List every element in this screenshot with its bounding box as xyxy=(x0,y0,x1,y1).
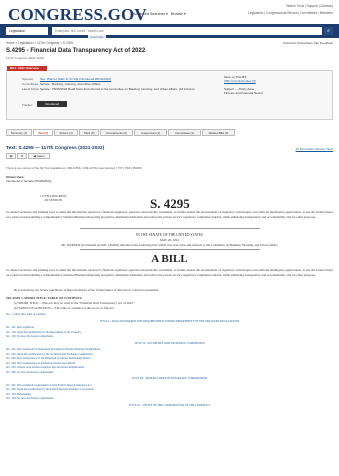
section-1-heading: SECTION 1. SHORT TITLE; TABLE OF CONTENT… xyxy=(6,296,83,300)
overview-bar xyxy=(6,65,333,71)
tab-summary[interactable]: Summary (1) xyxy=(6,129,32,136)
toc-section-link[interactable]: Sec. 304. No new disclosure requirements… xyxy=(6,397,333,402)
tab-committees[interactable]: Committees (1) xyxy=(168,129,201,136)
email-icon: ✉ xyxy=(20,154,24,158)
toc-title-heading[interactable]: TITLE II—SECURITIES AND EXCHANGE COMMISS… xyxy=(6,342,333,347)
bill-tag: BILL Hide Overview xyxy=(7,66,47,71)
search-placeholder: Examples: hr5, sres9, "health care" xyxy=(55,29,105,33)
toc-section-link[interactable]: Sec. 103. No new disclosure requirements… xyxy=(6,335,333,340)
header-nav: Advanced Searches ▾ Browse ▾ xyxy=(133,12,186,16)
a-bill-heading: A BILL xyxy=(151,253,188,265)
browse-link[interactable]: Browse xyxy=(171,12,183,16)
overview-card xyxy=(6,65,333,120)
search-input[interactable]: Examples: hr5, sres9, "health care" xyxy=(52,27,322,35)
table-of-contents-intro: (b) TABLE OF CONTENTS.—The table of cont… xyxy=(14,306,115,310)
enacting-clause: Be it enacted by the Senate and House of… xyxy=(14,288,159,292)
print-icon: ▤ xyxy=(9,154,13,158)
divider xyxy=(80,249,260,250)
bill-purpose-repeat: To amend securities and banking laws to … xyxy=(6,268,333,277)
congress-session: 117TH CONGRESS 2D SESSION xyxy=(40,194,67,202)
advanced-searches-link[interactable]: Advanced Searches xyxy=(133,12,165,16)
site-header: CONGRESS.GOV Advanced Searches ▾ Browse … xyxy=(0,0,339,24)
text-heading: Text: S.4295 — 117th Congress (2021-2022… xyxy=(6,146,105,151)
congress-label: 117th Congress (2021-2022) xyxy=(6,56,45,60)
short-title: (a) SHORT TITLE.—This Act may be cited a… xyxy=(14,301,135,305)
print-button[interactable]: ▤ xyxy=(6,153,16,159)
toc-title-heading[interactable]: TITLE III—FEDERAL DEPOSIT INSURANCE CORP… xyxy=(6,377,333,382)
search-scope-select[interactable]: Legislation xyxy=(6,27,48,35)
cbo-link[interactable]: CBO Cost Estimates [0] xyxy=(224,79,256,83)
bill-purpose: To amend securities and banking laws to … xyxy=(6,210,333,219)
committees-row: Committees:Senate - Banking, Housing, an… xyxy=(22,82,101,86)
tab-text[interactable]: Text (1) xyxy=(33,129,53,136)
text-formats[interactable]: There is one version of the bill. Text a… xyxy=(6,166,142,170)
utility-links-bottom[interactable]: Legislation | Congressional Record | Com… xyxy=(248,10,333,17)
latest-action-row: Latest Action:Senate - 05/26/2022 Read t… xyxy=(22,87,195,91)
tab-related-bills[interactable]: Related Bills (0) xyxy=(202,129,235,136)
divider xyxy=(80,228,260,229)
sponsor-row: Sponsor: Sen. Warner, Mark R. [D-VA] (Int… xyxy=(22,77,112,81)
toc-section-link[interactable]: Sec. 1. Short title; table of contents. xyxy=(6,313,333,318)
tracker-label: Tracker: xyxy=(22,103,33,107)
email-button[interactable]: ✉ xyxy=(17,153,27,159)
tab-cosponsors[interactable]: Cosponsors (1) xyxy=(134,129,167,136)
tab-titles[interactable]: Titles (3) xyxy=(79,129,99,136)
sponsor-link[interactable]: Sen. Warner, Mark R. [D-VA] (Introduced … xyxy=(40,77,111,81)
tracker-stage: Introduced xyxy=(37,101,67,107)
tab-actions[interactable]: Actions (1) xyxy=(54,129,78,136)
toc-title-heading[interactable]: TITLE IV—OFFICE OF THE COMPTROLLER OF TH… xyxy=(6,404,333,409)
utility-links-top[interactable]: Search Tools | Support | Glossary xyxy=(248,3,333,10)
chamber-heading: IN THE SENATE OF THE UNITED STATES xyxy=(136,233,203,237)
page-title: S.4295 - Financial Data Transparency Act… xyxy=(6,48,146,54)
hide-overview-toggle[interactable]: Hide Overview xyxy=(18,66,39,70)
utility-links: Search Tools | Support | Glossary Legisl… xyxy=(248,3,333,17)
subject-value: Finance and Financial Sector xyxy=(224,91,263,95)
share-tools[interactable]: Subscribe Share/Save Site Feedback xyxy=(283,41,333,45)
table-of-contents: Sec. 1. Short title; table of contents. T… xyxy=(6,313,333,410)
listen-button[interactable]: ◀ Listen xyxy=(28,153,50,159)
tab-amendments[interactable]: Amendments (0) xyxy=(100,129,133,136)
breadcrumb[interactable]: Home > Legislation > 117th Congress > S.… xyxy=(6,41,73,45)
all-information-link[interactable]: All Information (Except Text) xyxy=(296,147,333,151)
shown-here: Shown Here: Introduced in Senate (05/26/… xyxy=(6,175,52,183)
speaker-icon: ◀ xyxy=(33,154,36,158)
toc-title-heading[interactable]: TITLE I—DATA STANDARDS FOR REQUIREMENTS … xyxy=(6,320,333,325)
search-icon: ⌕ xyxy=(327,28,330,34)
site-logo[interactable]: CONGRESS.GOV xyxy=(8,5,147,25)
intro-date: MAY 26, 2022 xyxy=(160,238,179,242)
toc-section-link[interactable]: Sec. 206. No new disclosure requirements… xyxy=(6,371,333,376)
version-label: Introduced in Senate (05/26/2022) xyxy=(6,179,52,183)
search-tips-link[interactable]: search tips xyxy=(88,35,106,39)
introduction-text: Mr. WARNER (for himself and Mr. CRAPO) i… xyxy=(61,243,278,247)
search-button[interactable]: ⌕ xyxy=(324,27,333,35)
